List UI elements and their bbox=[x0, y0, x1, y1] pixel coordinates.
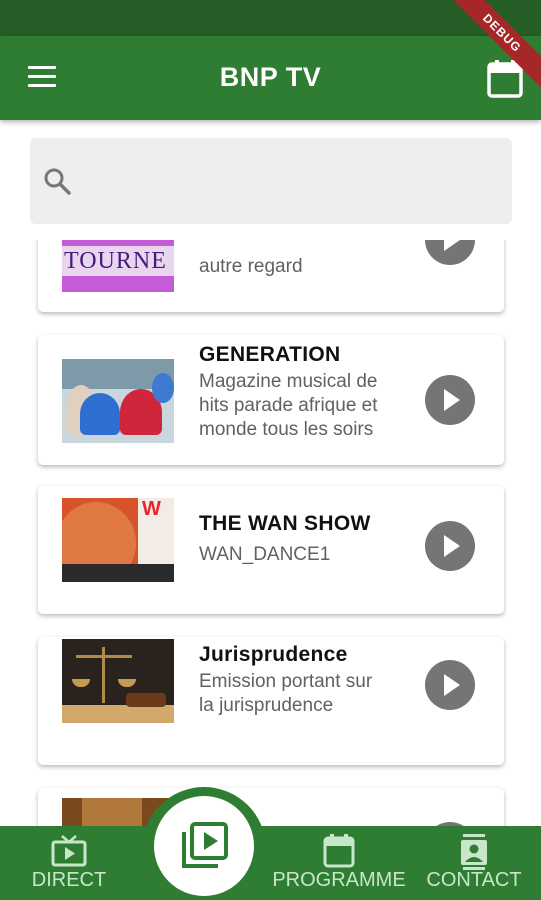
program-thumbnail: W bbox=[62, 498, 174, 582]
tv-icon bbox=[51, 835, 87, 867]
video-library-button[interactable] bbox=[154, 796, 254, 896]
thumbnail-text: W bbox=[142, 498, 161, 520]
nav-contact[interactable]: CONTACT bbox=[424, 826, 524, 900]
program-card[interactable]: TOURNE autre regard bbox=[38, 240, 504, 312]
program-thumbnail bbox=[62, 639, 174, 723]
program-thumbnail: TOURNE bbox=[62, 240, 174, 292]
program-card[interactable] bbox=[38, 788, 504, 830]
play-circle-icon[interactable] bbox=[425, 375, 475, 425]
calendar-icon[interactable] bbox=[487, 60, 523, 98]
search-input[interactable] bbox=[90, 158, 490, 204]
thumbnail-text: TOURNE bbox=[64, 248, 167, 274]
program-description: WAN_DANCE1 bbox=[199, 544, 331, 565]
program-thumbnail bbox=[62, 359, 174, 443]
search-bar[interactable] bbox=[30, 138, 512, 224]
program-title: Jurisprudence bbox=[199, 643, 348, 666]
search-icon bbox=[44, 168, 71, 195]
play-circle-icon[interactable] bbox=[425, 240, 475, 265]
program-description: autre regard bbox=[199, 256, 303, 277]
nav-contact-label: CONTACT bbox=[426, 869, 522, 891]
app-bar: BNP TV bbox=[0, 36, 541, 120]
bottom-nav: DIRECT PROGRAMME CONTACT bbox=[0, 826, 541, 900]
app-title: BNP TV bbox=[219, 62, 322, 92]
program-card[interactable]: GENERATION Magazine musical de hits para… bbox=[38, 335, 504, 465]
program-card[interactable]: Jurisprudence Emission portant sur la ju… bbox=[38, 637, 504, 765]
nav-direct-label: DIRECT bbox=[31, 869, 107, 891]
play-circle-icon[interactable] bbox=[425, 660, 475, 710]
calendar-icon bbox=[323, 834, 355, 868]
program-card[interactable]: W THE WAN SHOW WAN_DANCE1 bbox=[38, 486, 504, 614]
program-title: THE WAN SHOW bbox=[199, 512, 371, 535]
program-description: Magazine musical de hits parade afrique … bbox=[199, 371, 378, 440]
program-title: GENERATION bbox=[199, 343, 341, 366]
contact-card-icon bbox=[461, 834, 487, 870]
nav-programme[interactable]: PROGRAMME bbox=[272, 826, 406, 900]
play-circle-icon[interactable] bbox=[425, 521, 475, 571]
video-library-icon bbox=[182, 822, 228, 868]
nav-programme-label: PROGRAMME bbox=[272, 869, 406, 891]
program-description: Emission portant sur la jurisprudence bbox=[199, 671, 373, 716]
program-list[interactable]: TOURNE autre regard GENERATION Magazine … bbox=[0, 240, 541, 830]
nav-direct[interactable]: DIRECT bbox=[22, 826, 116, 900]
